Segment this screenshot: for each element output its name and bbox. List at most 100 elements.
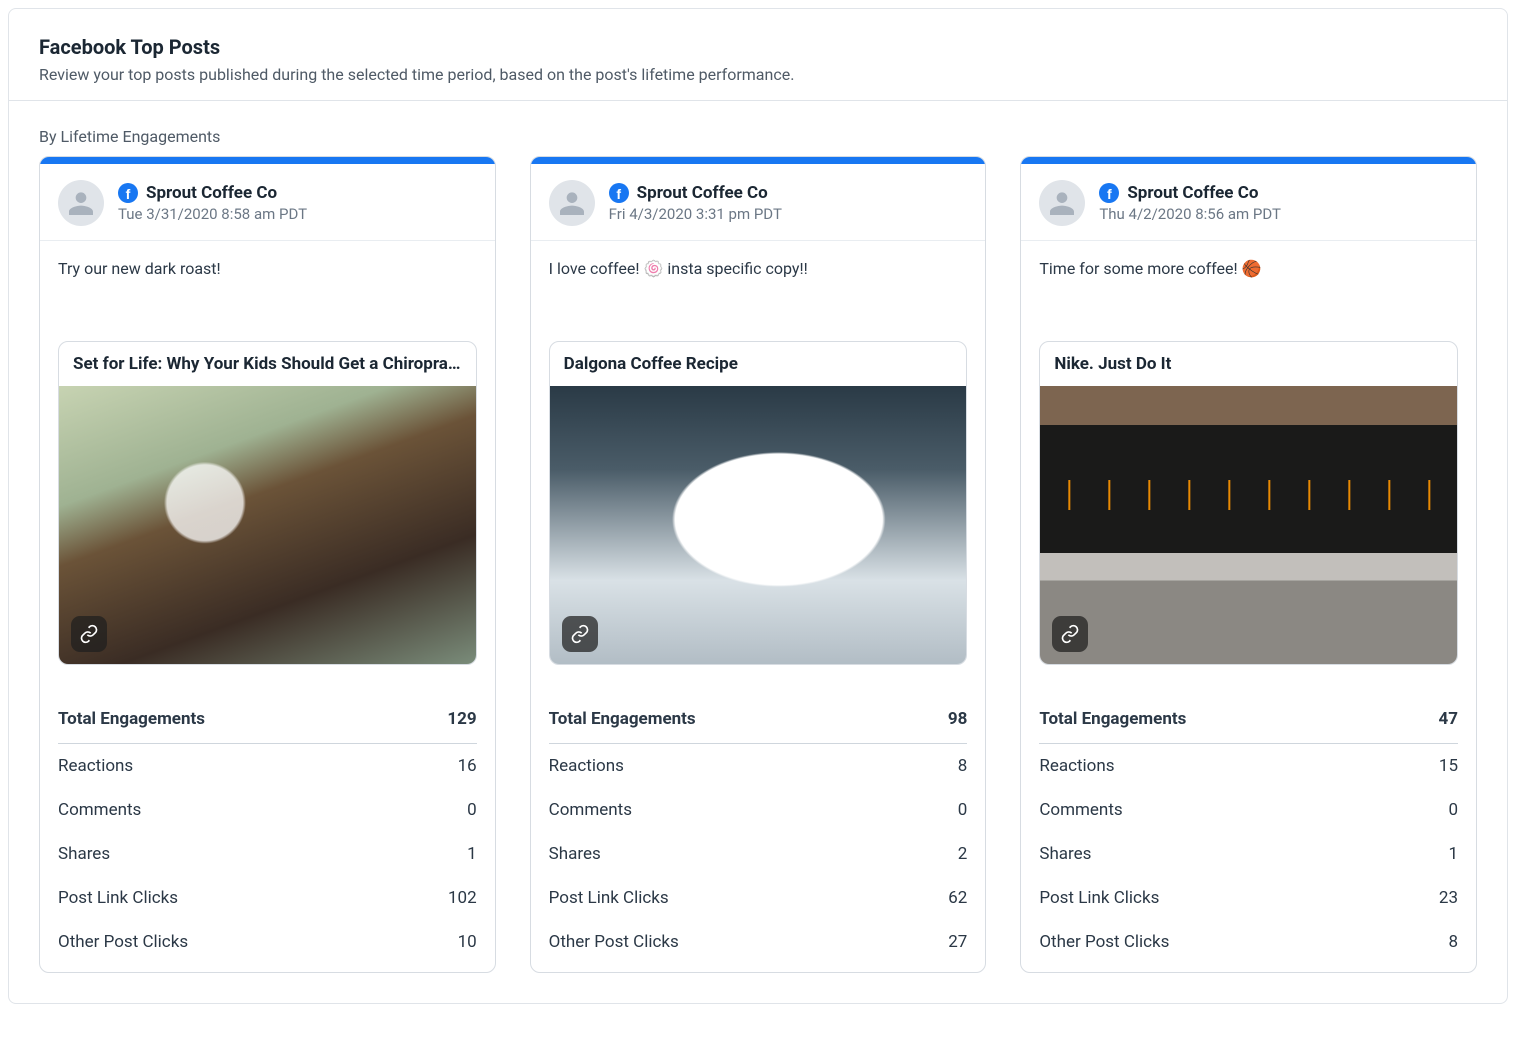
link-preview[interactable]: Dalgona Coffee Recipe bbox=[549, 341, 968, 665]
metric-label: Other Post Clicks bbox=[549, 932, 679, 952]
metric-value: 10 bbox=[458, 932, 477, 952]
post-card[interactable]: f Sprout Coffee Co Fri 4/3/2020 3:31 pm … bbox=[530, 156, 987, 973]
facebook-icon: f bbox=[118, 183, 138, 203]
metric-value: 8 bbox=[958, 756, 968, 776]
metric-label: Comments bbox=[58, 800, 141, 820]
link-image bbox=[1040, 386, 1457, 664]
metric-post-link-clicks: Post Link Clicks 62 bbox=[549, 876, 968, 920]
metric-other-post-clicks: Other Post Clicks 10 bbox=[58, 920, 477, 964]
post-body: Time for some more coffee! 🏀 Nike. Just … bbox=[1021, 241, 1476, 683]
metric-value: 98 bbox=[948, 709, 968, 729]
card-header: f Sprout Coffee Co Fri 4/3/2020 3:31 pm … bbox=[531, 164, 986, 240]
avatar bbox=[58, 180, 104, 226]
post-text: Try our new dark roast! bbox=[58, 259, 477, 333]
panel-subtitle: Review your top posts published during t… bbox=[39, 65, 1477, 84]
metric-value: 0 bbox=[467, 800, 477, 820]
metric-label: Other Post Clicks bbox=[1039, 932, 1169, 952]
post-timestamp: Thu 4/2/2020 8:56 am PDT bbox=[1099, 205, 1281, 223]
post-timestamp: Fri 4/3/2020 3:31 pm PDT bbox=[609, 205, 782, 223]
metric-label: Other Post Clicks bbox=[58, 932, 188, 952]
metric-shares: Shares 1 bbox=[1039, 832, 1458, 876]
metric-reactions: Reactions 8 bbox=[549, 744, 968, 788]
metric-other-post-clicks: Other Post Clicks 27 bbox=[549, 920, 968, 964]
metric-post-link-clicks: Post Link Clicks 23 bbox=[1039, 876, 1458, 920]
metric-label: Shares bbox=[58, 844, 110, 864]
metric-value: 0 bbox=[1448, 800, 1458, 820]
link-icon bbox=[562, 616, 598, 652]
person-icon bbox=[556, 187, 588, 219]
avatar bbox=[1039, 180, 1085, 226]
facebook-icon: f bbox=[1099, 183, 1119, 203]
metrics: Total Engagements 47 Reactions 15 Commen… bbox=[1021, 683, 1476, 972]
link-icon bbox=[71, 616, 107, 652]
account-name: Sprout Coffee Co bbox=[146, 183, 277, 203]
post-timestamp: Tue 3/31/2020 8:58 am PDT bbox=[118, 205, 307, 223]
panel-header: Facebook Top Posts Review your top posts… bbox=[9, 9, 1507, 100]
metrics: Total Engagements 129 Reactions 16 Comme… bbox=[40, 683, 495, 972]
metric-comments: Comments 0 bbox=[1039, 788, 1458, 832]
post-card[interactable]: f Sprout Coffee Co Tue 3/31/2020 8:58 am… bbox=[39, 156, 496, 973]
post-body: Try our new dark roast! Set for Life: Wh… bbox=[40, 241, 495, 683]
metric-total: Total Engagements 47 bbox=[1039, 697, 1458, 744]
metric-label: Reactions bbox=[549, 756, 624, 776]
metric-label: Total Engagements bbox=[1039, 709, 1186, 729]
person-icon bbox=[1046, 187, 1078, 219]
card-header: f Sprout Coffee Co Tue 3/31/2020 8:58 am… bbox=[40, 164, 495, 240]
metric-value: 129 bbox=[447, 709, 476, 729]
post-body: I love coffee! 🍥 insta specific copy!! D… bbox=[531, 241, 986, 683]
link-icon bbox=[1052, 616, 1088, 652]
card-header: f Sprout Coffee Co Thu 4/2/2020 8:56 am … bbox=[1021, 164, 1476, 240]
account-line: f Sprout Coffee Co bbox=[1099, 183, 1281, 203]
account-name: Sprout Coffee Co bbox=[1127, 183, 1258, 203]
metric-label: Shares bbox=[549, 844, 601, 864]
link-preview[interactable]: Nike. Just Do It bbox=[1039, 341, 1458, 665]
link-image bbox=[550, 386, 967, 664]
link-title: Set for Life: Why Your Kids Should Get a… bbox=[59, 342, 476, 386]
avatar bbox=[549, 180, 595, 226]
link-image bbox=[59, 386, 476, 664]
post-cards: f Sprout Coffee Co Tue 3/31/2020 8:58 am… bbox=[9, 156, 1507, 1003]
metric-label: Post Link Clicks bbox=[549, 888, 669, 908]
metric-value: 102 bbox=[448, 888, 477, 908]
metric-label: Comments bbox=[1039, 800, 1122, 820]
metric-value: 1 bbox=[467, 844, 477, 864]
metric-label: Reactions bbox=[1039, 756, 1114, 776]
metric-total: Total Engagements 129 bbox=[58, 697, 477, 744]
account-line: f Sprout Coffee Co bbox=[118, 183, 307, 203]
metric-label: Comments bbox=[549, 800, 632, 820]
metric-value: 2 bbox=[958, 844, 968, 864]
metric-label: Total Engagements bbox=[549, 709, 696, 729]
metric-value: 15 bbox=[1439, 756, 1458, 776]
metric-post-link-clicks: Post Link Clicks 102 bbox=[58, 876, 477, 920]
metric-shares: Shares 1 bbox=[58, 832, 477, 876]
metric-total: Total Engagements 98 bbox=[549, 697, 968, 744]
metric-other-post-clicks: Other Post Clicks 8 bbox=[1039, 920, 1458, 964]
metric-label: Post Link Clicks bbox=[58, 888, 178, 908]
metric-label: Shares bbox=[1039, 844, 1091, 864]
top-posts-panel: Facebook Top Posts Review your top posts… bbox=[8, 8, 1508, 1004]
metric-value: 23 bbox=[1439, 888, 1458, 908]
post-card[interactable]: f Sprout Coffee Co Thu 4/2/2020 8:56 am … bbox=[1020, 156, 1477, 973]
person-icon bbox=[65, 187, 97, 219]
account-name: Sprout Coffee Co bbox=[637, 183, 768, 203]
metric-value: 0 bbox=[958, 800, 968, 820]
brand-bar bbox=[1021, 157, 1476, 164]
metric-comments: Comments 0 bbox=[549, 788, 968, 832]
link-title: Dalgona Coffee Recipe bbox=[550, 342, 967, 386]
metric-label: Post Link Clicks bbox=[1039, 888, 1159, 908]
metric-shares: Shares 2 bbox=[549, 832, 968, 876]
link-preview[interactable]: Set for Life: Why Your Kids Should Get a… bbox=[58, 341, 477, 665]
account-line: f Sprout Coffee Co bbox=[609, 183, 782, 203]
metric-label: Reactions bbox=[58, 756, 133, 776]
brand-bar bbox=[531, 157, 986, 164]
facebook-icon: f bbox=[609, 183, 629, 203]
link-title: Nike. Just Do It bbox=[1040, 342, 1457, 386]
metrics: Total Engagements 98 Reactions 8 Comment… bbox=[531, 683, 986, 972]
metric-reactions: Reactions 16 bbox=[58, 744, 477, 788]
sort-label: By Lifetime Engagements bbox=[9, 101, 1507, 156]
brand-bar bbox=[40, 157, 495, 164]
metric-reactions: Reactions 15 bbox=[1039, 744, 1458, 788]
metric-value: 16 bbox=[458, 756, 477, 776]
metric-value: 27 bbox=[948, 932, 967, 952]
metric-value: 8 bbox=[1448, 932, 1458, 952]
